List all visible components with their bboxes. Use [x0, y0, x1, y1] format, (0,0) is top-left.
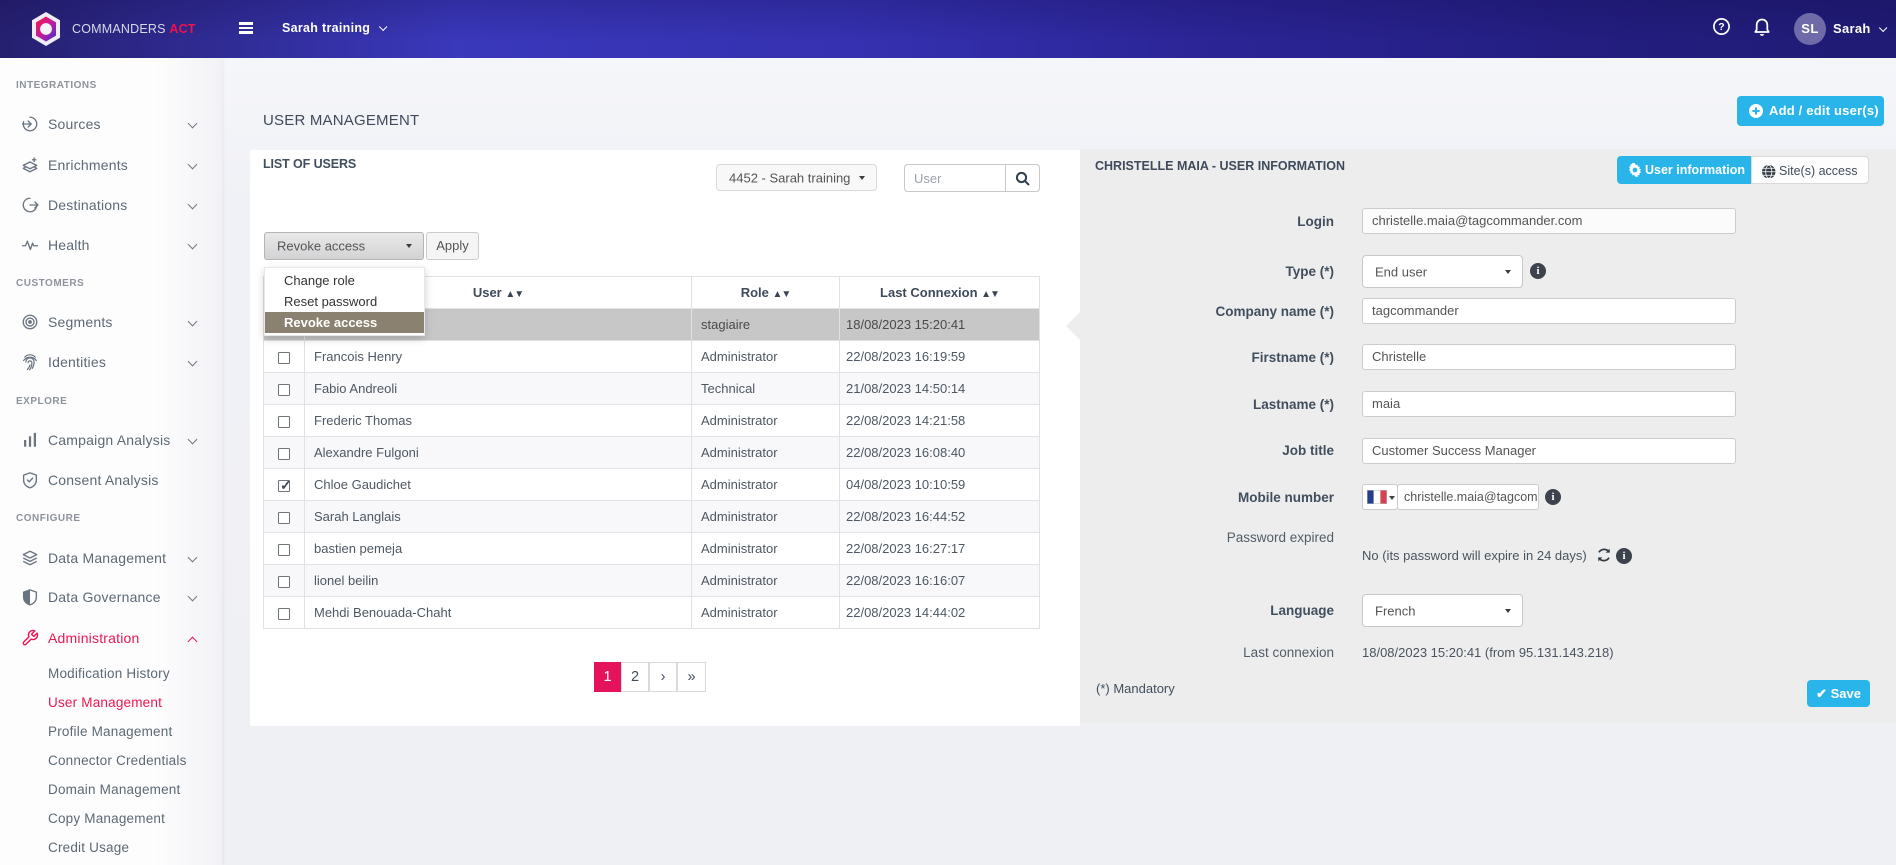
- svg-text:?: ?: [1718, 21, 1724, 33]
